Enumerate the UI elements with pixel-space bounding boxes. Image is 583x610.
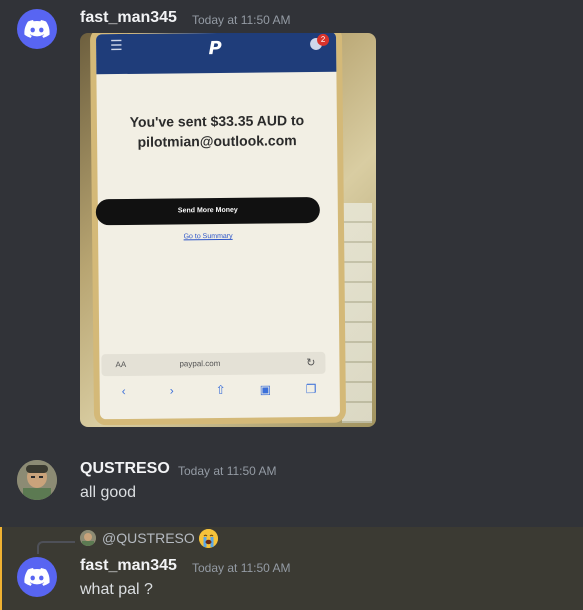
forward-icon: › [169,383,174,398]
user-avatar[interactable] [17,460,57,500]
reply-mention[interactable]: @QUSTRESO [102,530,195,546]
image-attachment[interactable]: ☰ P 2 You've sent $33.35 AUD to pilotmia… [80,33,376,427]
notification-badge: 2 [316,33,330,46]
user-avatar[interactable] [17,557,57,597]
username[interactable]: QUSTRESO [80,460,170,478]
paypal-header: ☰ P 2 [95,33,337,75]
reload-icon: ↻ [306,356,316,370]
message-content: what pal ? [80,581,153,598]
background-keyboard [342,203,372,423]
reply-spine [37,541,75,554]
menu-icon: ☰ [110,36,123,54]
bookmarks-icon: ▣ [259,382,272,397]
timestamp: Today at 11:50 AM [192,13,291,27]
avatar-image-icon [17,460,57,500]
paypal-logo-icon: P [208,37,222,60]
user-avatar[interactable] [17,9,57,49]
url-text: paypal.com [179,358,221,369]
discord-logo-icon [24,568,50,586]
browser-url-bar: AA paypal.com ↻ [101,351,326,377]
avatar-image-icon [80,530,96,546]
timestamp: Today at 11:50 AM [192,561,291,575]
back-icon: ‹ [121,383,126,399]
timestamp: Today at 11:50 AM [178,464,277,478]
payment-confirmation-text: You've sent $33.35 AUD to pilotmian@outl… [129,112,305,150]
text-size-button: AA [115,359,127,370]
phone-screenshot: ☰ P 2 You've sent $33.35 AUD to pilotmia… [95,33,341,420]
username[interactable]: fast_man345 [80,557,177,575]
browser-toolbar: ‹ › ⇧ ▣ ❐ [100,378,336,404]
message-content: all good [80,484,137,501]
mention-highlight-bar [0,527,2,610]
username[interactable]: fast_man345 [80,9,177,27]
reply-avatar[interactable] [80,530,96,546]
share-icon: ⇧ [215,382,226,398]
tabs-icon: ❐ [305,381,317,397]
discord-logo-icon [24,20,50,38]
go-to-summary-link: Go to Summary [183,232,233,241]
send-more-money-button: Send More Money [95,196,320,226]
loudly-crying-face-icon [199,529,218,548]
